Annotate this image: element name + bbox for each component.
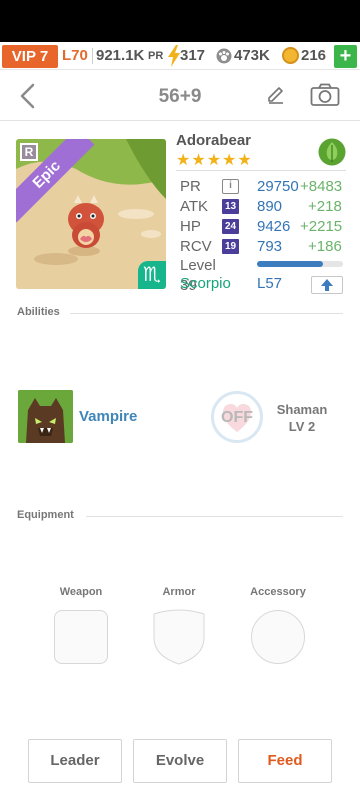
divider [86,516,343,517]
stat-bonus: +186 [308,238,342,255]
rank-badge: 19 [222,239,239,254]
star-rating: ★★★★★ [176,152,253,169]
player-level: L70 [62,47,88,64]
stat-value: 793 [257,238,283,255]
add-currency-button[interactable]: + [334,45,357,68]
divider [176,170,346,171]
coins-value: 216 [301,47,327,64]
power-label: PR [148,50,164,62]
ability-icon[interactable] [18,390,73,443]
armor-slot[interactable] [152,608,206,666]
divider [70,313,343,314]
stat-value: 9426 [257,218,291,235]
skill-name: Shaman LV 2 [272,401,332,435]
edit-icon[interactable] [266,85,286,105]
evolve-button[interactable]: Evolve [133,739,227,783]
rank-badge: 24 [222,219,239,234]
level-progress-bar [257,261,343,267]
accessory-slot[interactable] [251,610,305,664]
leader-button[interactable]: Leader [28,739,122,783]
camera-icon[interactable] [310,83,340,107]
stat-value: 890 [257,198,283,215]
page-title: 56+9 [158,86,202,107]
pet-portrait[interactable]: Epic R ♏ [16,139,166,289]
zodiac-name: Scorpio [180,275,231,292]
level-progress-fill [257,261,324,267]
power-value: 921.1K [96,47,145,64]
stat-bonus: +2215 [300,218,343,235]
leaf-icon [318,138,346,166]
feed-button[interactable]: Feed [238,739,332,783]
resource-bar: VIP 7 L70 921.1K PR 317 473K 216 + [0,42,360,70]
zodiac-level: L57 [257,275,283,292]
paw-icon [216,48,232,64]
weapon-label: Weapon [59,586,103,598]
coin-icon [282,47,299,64]
stat-label: PR [180,178,201,195]
status-bar [0,0,360,42]
rarity-badge: R [20,143,38,161]
divider [92,48,93,64]
werewolf-icon [18,390,73,443]
zodiac-badge: ♏ [138,261,166,289]
pet-name[interactable]: Adorabear [176,132,251,149]
nav-bar: 56+9 [0,71,360,121]
arrow-up-icon [321,279,333,291]
stat-label: ATK [180,198,209,215]
weapon-slot[interactable] [54,610,108,664]
abilities-heading: Abilities [17,306,60,318]
skill-state: OFF [221,409,253,426]
lightning-icon [168,45,180,67]
stat-bonus: +8483 [300,178,343,195]
skill-name-line2: LV 2 [288,419,316,434]
rank-badge: 13 [222,199,239,214]
energy-value: 317 [180,47,206,64]
skill-toggle[interactable]: OFF [211,391,263,443]
info-icon[interactable]: i [222,179,239,194]
paws-value: 473K [234,47,270,64]
stat-label: HP [180,218,201,235]
armor-label: Armor [162,586,196,598]
vip-badge[interactable]: VIP 7 [2,45,58,68]
ability-name[interactable]: Vampire [79,408,137,425]
accessory-label: Accessory [250,586,306,598]
stat-value: 29750 [257,178,299,195]
zodiac-upgrade-button[interactable] [311,276,343,294]
stat-label: RCV [180,238,212,255]
skill-name-line1: Shaman [276,402,328,417]
stat-bonus: +218 [308,198,342,215]
equipment-heading: Equipment [17,509,74,521]
